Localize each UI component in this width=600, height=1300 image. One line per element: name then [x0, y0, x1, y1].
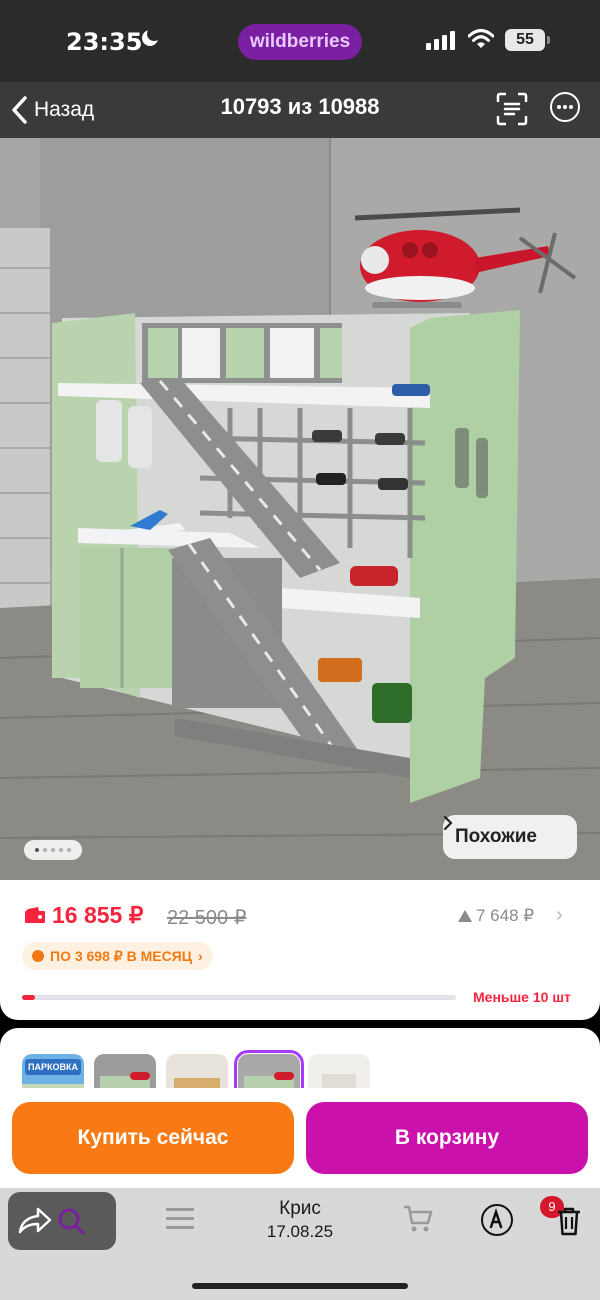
product-photo[interactable]: Похожие	[0, 138, 600, 880]
add-to-cart-button[interactable]: В корзину	[306, 1102, 588, 1174]
installment-badge[interactable]: ПО 3 698 ₽ В МЕСЯЦ ›	[22, 942, 213, 970]
moon-icon	[142, 27, 161, 46]
price-history-button[interactable]: 7 648 ₽	[458, 906, 534, 926]
photo-caption-date: 17.08.25	[266, 1222, 334, 1241]
stock-progress-fill	[22, 995, 36, 1000]
cart-icon[interactable]	[402, 1204, 434, 1234]
scan-text-icon[interactable]	[496, 92, 528, 126]
home-indicator	[192, 1283, 408, 1289]
share-button[interactable]	[8, 1192, 116, 1250]
stock-progress	[22, 995, 456, 1000]
chevron-right-icon: ›	[197, 948, 203, 964]
top-nav-bar: Назад 10793 из 10988	[0, 82, 600, 138]
markup-button[interactable]	[481, 1204, 513, 1236]
status-time: 23:35	[66, 28, 143, 56]
search-icon	[58, 1208, 85, 1235]
back-button[interactable]: Назад	[10, 90, 94, 130]
price-panel: 16 855 ₽ 22 500 ₽ 7 648 ₽ › ПО 3 698 ₽ В…	[0, 880, 600, 1020]
wallet-icon	[25, 907, 45, 923]
more-options-button[interactable]	[550, 92, 580, 122]
old-price: 22 500 ₽	[167, 907, 247, 929]
stock-label: Меньше 10 шт	[473, 989, 571, 1005]
menu-icon[interactable]	[166, 1208, 194, 1230]
battery-icon: 55	[505, 29, 550, 51]
chevron-right-icon[interactable]: ›	[556, 904, 563, 927]
clock-icon	[32, 950, 44, 962]
similar-button[interactable]: Похожие	[443, 815, 577, 859]
photo-caption-name: Крис	[279, 1198, 321, 1219]
thumbnail-banner: ПАРКОВКА	[25, 1059, 81, 1075]
signal-icon	[426, 30, 458, 50]
bottom-bar: Крис 17.08.25 9	[0, 1188, 600, 1300]
wifi-icon	[468, 29, 494, 48]
chevron-left-icon	[12, 96, 27, 124]
status-bar: 23:35 wildberries 55	[0, 0, 600, 82]
chevron-right-icon	[443, 815, 453, 831]
similar-label: Похожие	[455, 826, 537, 847]
action-bar: Купить сейчас В корзину	[0, 1088, 600, 1188]
back-label: Назад	[34, 98, 95, 121]
product-image	[0, 138, 600, 880]
share-icon	[18, 1207, 52, 1234]
price-delta: 7 648 ₽	[476, 906, 535, 925]
trash-icon[interactable]	[556, 1206, 582, 1236]
gallery-dots	[24, 840, 82, 860]
installment-label: ПО 3 698 ₽ В МЕСЯЦ	[50, 947, 192, 964]
current-price: 16 855 ₽	[52, 902, 144, 928]
buy-now-button[interactable]: Купить сейчас	[12, 1102, 294, 1174]
pen-icon	[489, 1208, 503, 1229]
app-brand-pill: wildberries	[238, 24, 362, 60]
triangle-up-icon	[458, 910, 472, 922]
